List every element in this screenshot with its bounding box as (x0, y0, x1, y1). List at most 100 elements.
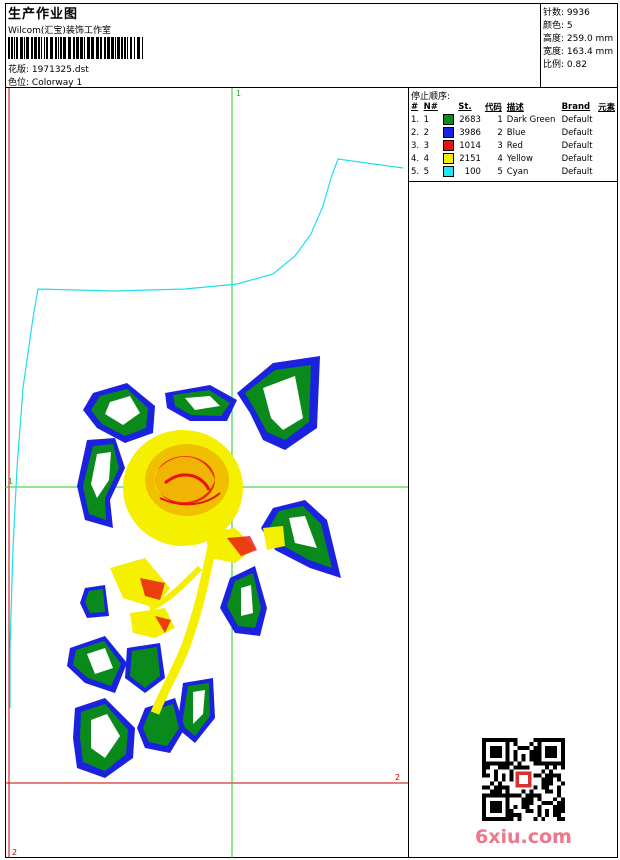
col-description: 描述 (506, 102, 524, 113)
cell-element (596, 152, 618, 165)
spec-colors: 颜色: 5 (543, 18, 573, 31)
cell-code: 3 (497, 140, 503, 151)
green-axis-label-left: 1 (8, 477, 13, 486)
cell-stitches: 100 (464, 166, 481, 177)
rose-flower (123, 430, 243, 546)
table-row: 4. 4 2151 4 Yellow Default (409, 152, 618, 165)
spec-label: 宽度: (543, 47, 565, 57)
leaf-mid-left (77, 438, 125, 528)
color-swatch (442, 127, 454, 138)
cell-code: 5 (497, 166, 503, 177)
cell-index: 5. (411, 166, 420, 177)
red-axis-label-right: 2 (395, 773, 400, 782)
cell-description: Cyan (506, 166, 529, 177)
cell-description: Blue (506, 127, 526, 138)
colorway-value: Colorway 1 (31, 78, 83, 88)
cell-needle: 4 (423, 153, 430, 164)
spec-value: 163.4 mm (566, 47, 614, 57)
col-stitches: St. (458, 101, 472, 112)
cell-needle: 1 (423, 114, 430, 125)
qr-code (482, 738, 565, 821)
col-swatch (441, 100, 457, 113)
red-axis-label-bottom: 2 (12, 848, 17, 857)
cell-swatch (441, 152, 457, 165)
spec-panel: 针数: 9936 颜色: 5 高度: 259.0 mm 宽度: 163.4 mm… (540, 3, 618, 88)
cell-index: 4. (411, 153, 420, 164)
table-divider (409, 181, 618, 182)
cyan-outline (9, 158, 404, 708)
cell-brand: Default (561, 140, 593, 151)
table-row: 1. 1 2683 1 Dark Green Default (409, 113, 618, 126)
color-swatch (442, 166, 454, 177)
table-row: 3. 3 1014 3 Red Default (409, 139, 618, 152)
spec-label: 颜色: (543, 21, 565, 31)
spec-scale: 比例: 0.82 (543, 57, 587, 70)
stop-sequence-panel: 停止顺序: # N# St. 代码 描述 Brand 元素 1. 1 2683 1 Da… (408, 88, 618, 858)
cell-brand: Default (561, 153, 593, 164)
leaf-top-right (237, 356, 320, 450)
cell-needle: 5 (423, 166, 430, 177)
cell-swatch (441, 126, 457, 139)
cell-index: 2. (411, 127, 420, 138)
cell-code: 2 (497, 127, 503, 138)
col-element: 元素 (598, 102, 616, 113)
cell-brand: Default (561, 127, 593, 138)
color-swatch (442, 153, 454, 164)
spec-label: 比例: (543, 60, 565, 70)
cell-description: Yellow (506, 153, 533, 164)
col-needle: N# (423, 101, 438, 112)
barcode (8, 37, 143, 59)
color-swatch (442, 140, 454, 151)
spec-label: 高度: (543, 34, 565, 44)
spec-width: 宽度: 163.4 mm (543, 44, 613, 57)
leaf-center-right-low (220, 566, 267, 636)
cell-element (596, 126, 618, 139)
design-file-value: 1971325.dst (31, 65, 89, 75)
spec-stitches: 针数: 9936 (543, 5, 590, 18)
leaf-top-left (83, 383, 155, 443)
col-index: # (411, 101, 419, 112)
design-file: 花版: 1971325.dst (8, 62, 89, 75)
spec-value: 259.0 mm (566, 34, 614, 44)
cell-index: 3. (411, 140, 420, 151)
cell-stitches: 1014 (459, 140, 481, 151)
colorway-label: 色位: (8, 78, 30, 88)
cell-index: 1. (411, 114, 420, 125)
table-row: 2. 2 3986 2 Blue Default (409, 126, 618, 139)
col-code: 代码 (484, 102, 502, 113)
spec-height: 高度: 259.0 mm (543, 31, 613, 44)
cell-code: 1 (497, 114, 503, 125)
cell-stitches: 3986 (459, 127, 481, 138)
cell-code: 4 (497, 153, 503, 164)
cell-swatch (441, 113, 457, 126)
cell-stitches: 2151 (459, 153, 481, 164)
cell-element (596, 139, 618, 152)
cell-description: Dark Green (506, 114, 556, 125)
green-axis-label-top: 1 (236, 89, 241, 98)
spec-value: 5 (566, 21, 573, 31)
cell-needle: 3 (423, 140, 430, 151)
stop-sequence-table: # N# St. 代码 描述 Brand 元素 1. 1 2683 1 Dark Gre… (409, 100, 618, 178)
spec-label: 针数: (543, 8, 565, 18)
cell-element (596, 165, 618, 178)
spec-value: 9936 (566, 8, 590, 18)
leaf-left-bottom (67, 636, 127, 693)
cell-description: Red (506, 140, 523, 151)
cell-swatch (441, 165, 457, 178)
company-name: Wilcom(汇宝)装饰工作室 (8, 26, 111, 36)
table-header-row: # N# St. 代码 描述 Brand 元素 (409, 100, 618, 113)
table-row: 5. 5 100 5 Cyan Default (409, 165, 618, 178)
col-brand: Brand (561, 101, 591, 112)
leaf-bottom-left (73, 698, 135, 778)
colorway: 色位: Colorway 1 (8, 75, 82, 88)
cell-brand: Default (561, 114, 593, 125)
cell-swatch (441, 139, 457, 152)
color-swatch (442, 114, 454, 125)
leaf-center-bottom (125, 643, 165, 693)
header-info: 生产作业图 Wilcom(汇宝)装饰工作室 花版: 1971325.dst 色位… (5, 3, 540, 88)
leaf-top-middle (165, 385, 237, 421)
embroidery-design-canvas: 1 1 2 2 (5, 88, 408, 858)
cell-needle: 2 (423, 127, 430, 138)
page-title: 生产作业图 (8, 7, 79, 22)
cell-brand: Default (561, 166, 593, 177)
